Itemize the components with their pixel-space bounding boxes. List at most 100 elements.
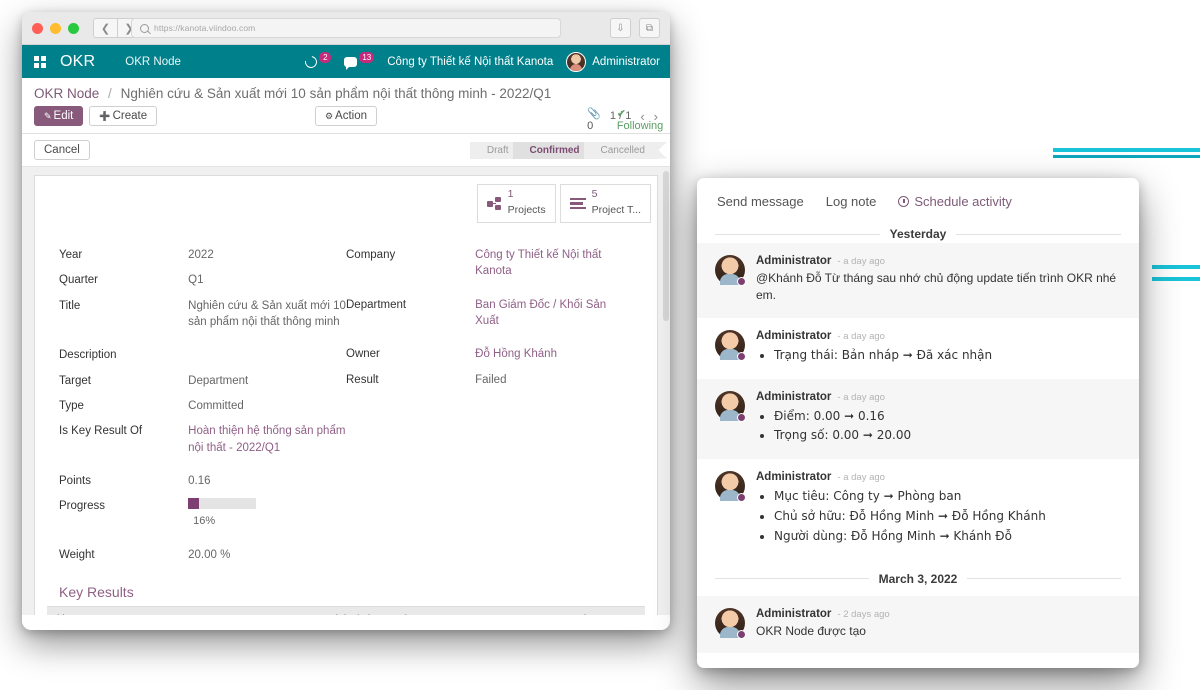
separator-line-left xyxy=(715,578,869,580)
status-cancelled[interactable]: Cancelled xyxy=(583,141,668,159)
field-target-value[interactable]: Department xyxy=(188,373,346,389)
field-is-key-result-of-label: Is Key Result Of xyxy=(59,425,143,438)
col-progress[interactable]: Progress xyxy=(454,607,508,615)
day-label: Yesterday xyxy=(889,227,947,241)
form-scroll-area[interactable]: 1 Projects 5 Project T... Year 2022 Quar… xyxy=(22,167,670,615)
edit-label: Edit xyxy=(53,110,74,122)
breadcrumb-root[interactable]: OKR Node xyxy=(34,86,99,101)
close-window-button[interactable] xyxy=(32,22,43,34)
popup-tab-schedule-activity[interactable]: Schedule activity xyxy=(898,194,1012,209)
message-item[interactable]: Administrator - a day ago Điểm: 0.00 ➞ 0… xyxy=(697,378,1139,460)
field-is-key-result-of-value[interactable]: Hoàn thiện hệ thống sản phẩm nội thất - … xyxy=(188,423,346,456)
user-name: Administrator xyxy=(592,55,660,68)
separator-line-right xyxy=(956,233,1121,235)
cancel-button[interactable]: Cancel xyxy=(34,140,90,160)
smart-button-project-tasks[interactable]: 5 Project T... xyxy=(559,184,651,224)
field-weight-value[interactable]: 20.00 % xyxy=(188,547,346,563)
browser-window: ❮ ❯ https://kanota.viindoo.com ⇩ ⧉ OKR O… xyxy=(22,12,670,630)
chrome-right-buttons[interactable]: ⇩ ⧉ xyxy=(610,18,660,38)
message-author: Administrator xyxy=(756,255,832,267)
col-result[interactable]: Result xyxy=(555,607,603,615)
field-company-value[interactable]: Công ty Thiết kế Nội thất Kanota xyxy=(475,247,633,280)
field-is-key-result-of: Is Key Result Of Hoàn thiện hệ thống sản… xyxy=(59,423,346,456)
avatar xyxy=(715,255,746,286)
field-year-value[interactable]: 2022 xyxy=(188,247,346,263)
field-description-label: Description xyxy=(59,349,117,362)
attachments-count: 0 xyxy=(587,120,594,132)
key-results-title: Key Results xyxy=(59,584,134,601)
message-item[interactable]: Administrator - a day ago @Khánh Đỗ Từ t… xyxy=(697,243,1139,318)
message-item[interactable]: Administrator - 2 days ago OKR Node được… xyxy=(697,595,1139,653)
form-sheet: 1 Projects 5 Project T... Year 2022 Quar… xyxy=(34,175,658,615)
screenshot-root: ❮ ❯ https://kanota.viindoo.com ⇩ ⧉ OKR O… xyxy=(0,0,1200,690)
plus-icon: ➕ xyxy=(99,111,111,121)
brand-title[interactable]: OKR xyxy=(60,53,95,71)
message-text: @Khánh Đỗ Từ tháng sau nhớ chủ động upda… xyxy=(756,271,1117,303)
message-author: Administrator xyxy=(756,607,832,620)
activities-button[interactable]: 2 xyxy=(302,52,332,70)
presence-indicator xyxy=(737,412,746,422)
field-quarter: Quarter Q1 xyxy=(59,272,346,288)
tracking-item: Trọng số: 0.00 ➞ 20.00 xyxy=(774,426,1121,446)
field-title-value[interactable]: Nghiên cứu & Sản xuất mới 10 sản phẩm nộ… xyxy=(188,298,346,331)
window-controls[interactable] xyxy=(32,22,79,34)
col-department[interactable]: Department xyxy=(232,607,316,615)
company-switcher[interactable]: Công ty Thiết kế Nội thất Kanota xyxy=(387,56,553,68)
maximize-window-button[interactable] xyxy=(68,22,79,34)
field-type-value[interactable]: Committed xyxy=(188,398,346,414)
action-label: Action xyxy=(335,110,368,122)
download-icon[interactable]: ⇩ xyxy=(610,18,631,38)
col-weight[interactable]: Weight (%) xyxy=(316,607,388,615)
col-status[interactable]: Status xyxy=(603,607,645,615)
form-scrollbar[interactable] xyxy=(663,171,669,321)
create-button[interactable]: ➕ Create xyxy=(89,106,158,126)
field-result-label: Result xyxy=(346,373,379,386)
user-menu[interactable]: Administrator xyxy=(566,51,660,72)
address-bar[interactable]: https://kanota.viindoo.com xyxy=(131,18,561,38)
col-title[interactable]: Title xyxy=(47,607,149,615)
field-result-value[interactable]: Failed xyxy=(475,372,633,388)
avatar xyxy=(566,51,587,72)
presence-indicator xyxy=(737,277,746,286)
edit-button[interactable]: ✎ Edit xyxy=(34,106,84,126)
field-quarter-value[interactable]: Q1 xyxy=(188,272,346,288)
form-groups: Year 2022 Quarter Q1 Title Nghiên cứu & … xyxy=(35,223,657,572)
action-button[interactable]: ⚙ Action xyxy=(314,106,378,126)
field-result: Result Failed xyxy=(346,372,633,388)
form-column-right: Company Công ty Thiết kế Nội thất Kanota… xyxy=(346,247,633,572)
message-tracking-list: Trạng thái: Bản nháp ➞ Đã xác nhận xyxy=(774,346,1121,366)
field-points-label: Points xyxy=(59,474,91,487)
message-item[interactable]: Administrator - a day ago Mục tiêu: Công… xyxy=(697,459,1139,559)
menu-okr-node[interactable]: OKR Node xyxy=(125,56,181,68)
minimize-window-button[interactable] xyxy=(50,22,61,34)
messages-button[interactable]: 13 xyxy=(344,52,375,70)
message-body: Administrator - a day ago @Khánh Đỗ Từ t… xyxy=(756,255,1121,305)
field-title-label: Title xyxy=(59,299,81,312)
smart-button-projects[interactable]: 1 Projects xyxy=(476,184,556,224)
popup-tab-log-note[interactable]: Log note xyxy=(826,194,877,209)
breadcrumb-separator: / xyxy=(108,86,112,101)
back-icon[interactable]: ❮ xyxy=(93,18,117,38)
avatar xyxy=(715,329,746,361)
field-department-label: Department xyxy=(346,298,407,311)
col-type[interactable]: Type xyxy=(507,607,555,615)
following-toggle[interactable]: ✔ Following xyxy=(617,107,663,132)
field-weight-label: Weight xyxy=(59,548,95,561)
field-owner-value[interactable]: Đỗ Hồng Khánh xyxy=(475,346,633,362)
attachments-counter[interactable]: 📎 0 xyxy=(587,107,601,132)
url-text: https://kanota.viindoo.com xyxy=(154,23,256,33)
tabs-icon[interactable]: ⧉ xyxy=(639,18,660,38)
field-company-label: Company xyxy=(346,249,396,262)
field-points-value[interactable]: 0.16 xyxy=(188,473,346,489)
form-header: Cancel Draft Confirmed Cancelled xyxy=(22,134,670,167)
separator-line-left xyxy=(715,233,880,235)
message-item[interactable]: Administrator - a day ago Trạng thái: Bả… xyxy=(697,318,1139,379)
status-confirmed[interactable]: Confirmed xyxy=(512,141,602,159)
popup-tab-send-message[interactable]: Send message xyxy=(717,194,804,209)
presence-indicator xyxy=(737,351,746,361)
col-owner[interactable]: Owner xyxy=(149,607,233,615)
field-department-value[interactable]: Ban Giám Đốc / Khối Sản Xuất xyxy=(475,297,633,330)
apps-grid-icon[interactable] xyxy=(34,55,46,68)
col-points[interactable]: Points xyxy=(388,607,454,615)
pencil-icon: ✎ xyxy=(44,111,52,121)
